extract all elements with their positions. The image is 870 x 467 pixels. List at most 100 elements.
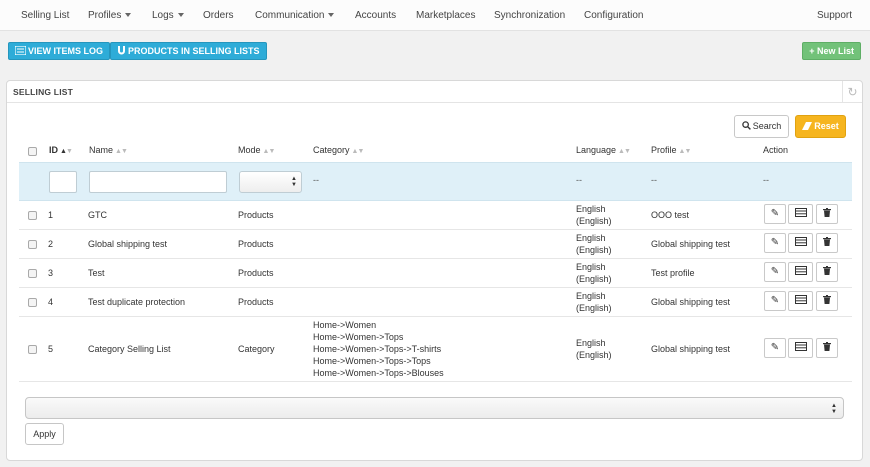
column-header-profile[interactable]: Profile ▲▼ xyxy=(651,145,691,155)
action-filter-placeholder: -- xyxy=(763,175,769,185)
nav-label: Orders xyxy=(203,10,234,21)
delete-button[interactable] xyxy=(816,338,838,358)
nav-marketplaces[interactable]: Marketplaces xyxy=(416,0,475,31)
row-id: 3 xyxy=(48,268,54,278)
reset-button[interactable]: Reset xyxy=(795,115,846,138)
nav-label: Configuration xyxy=(584,10,644,21)
edit-button[interactable]: ✎ xyxy=(764,291,786,311)
nav-orders[interactable]: Orders xyxy=(203,0,234,31)
products-in-selling-lists-label: PRODUCTS IN SELLING LISTS xyxy=(128,46,260,56)
top-nav: Selling List Profiles Logs Orders Commun… xyxy=(0,0,870,31)
row-checkbox[interactable] xyxy=(28,211,37,220)
table-row: 1 GTC Products English (English) OOO test… xyxy=(19,201,852,230)
trash-icon xyxy=(823,295,831,304)
row-checkbox[interactable] xyxy=(28,240,37,249)
refresh-icon[interactable]: ↻ xyxy=(842,81,862,103)
edit-button[interactable]: ✎ xyxy=(764,233,786,253)
apply-button[interactable]: Apply xyxy=(25,423,64,445)
pencil-icon: ✎ xyxy=(770,208,780,219)
view-items-log-button[interactable]: VIEW ITEMS LOG xyxy=(8,42,111,60)
nav-support[interactable]: Support xyxy=(817,0,852,31)
name-filter-input[interactable] xyxy=(89,171,227,193)
edit-button[interactable]: ✎ xyxy=(764,262,786,282)
products-in-selling-lists-button[interactable]: PRODUCTS IN SELLING LISTS xyxy=(110,42,267,60)
row-mode: Products xyxy=(238,268,274,278)
caret-down-icon xyxy=(328,13,335,17)
row-profile: Global shipping test xyxy=(651,297,731,307)
trash-icon xyxy=(823,266,831,275)
column-header-id[interactable]: ID ▲▼ xyxy=(49,145,73,155)
delete-button[interactable] xyxy=(816,204,838,224)
new-list-label: + New List xyxy=(809,46,854,56)
new-list-button[interactable]: + New List xyxy=(802,42,861,60)
row-mode: Products xyxy=(238,239,274,249)
nav-configuration[interactable]: Configuration xyxy=(584,0,643,31)
table-row: 4 Test duplicate protection Products Eng… xyxy=(19,288,852,317)
pencil-icon: ✎ xyxy=(770,266,780,277)
column-label: Name xyxy=(89,145,114,155)
nav-logs[interactable]: Logs xyxy=(152,0,184,31)
nav-label: Profiles xyxy=(88,10,122,21)
column-header-category[interactable]: Category ▲▼ xyxy=(313,145,364,155)
nav-accounts[interactable]: Accounts xyxy=(355,0,396,31)
nav-synchronization[interactable]: Synchronization xyxy=(494,0,565,31)
row-id: 5 xyxy=(48,344,54,354)
view-items-log-label: VIEW ITEMS LOG xyxy=(28,46,104,56)
row-checkbox[interactable] xyxy=(28,345,37,354)
column-header-mode[interactable]: Mode ▲▼ xyxy=(238,145,275,155)
language-name: English xyxy=(576,262,606,272)
column-header-name[interactable]: Name ▲▼ xyxy=(89,145,128,155)
row-category: Home->Women Home->Women->Tops Home->Wome… xyxy=(313,319,444,379)
row-id: 1 xyxy=(48,210,54,220)
view-details-button[interactable] xyxy=(788,291,813,311)
row-mode: Products xyxy=(238,297,274,307)
nav-label: Selling List xyxy=(21,10,70,21)
edit-button[interactable]: ✎ xyxy=(764,204,786,224)
nav-label: Marketplaces xyxy=(416,10,476,21)
table-icon xyxy=(794,237,807,246)
id-filter-input[interactable] xyxy=(49,171,77,193)
column-label: Category xyxy=(313,145,350,155)
language-native: (English) xyxy=(576,245,612,255)
mode-filter-select[interactable]: ▲ ▼ xyxy=(239,171,302,193)
table-row: 3 Test Products English (English) Test pr… xyxy=(19,259,852,288)
column-header-language[interactable]: Language ▲▼ xyxy=(576,145,631,155)
row-id: 2 xyxy=(48,239,54,249)
view-details-button[interactable] xyxy=(788,233,813,253)
delete-button[interactable] xyxy=(816,291,838,311)
nav-profiles[interactable]: Profiles xyxy=(88,0,132,31)
delete-button[interactable] xyxy=(816,262,838,282)
category-path: Home->Women->Tops->Tops xyxy=(313,356,431,366)
category-path: Home->Women->Tops->T-shirts xyxy=(313,344,442,354)
select-arrows-icon: ▲ ▼ xyxy=(291,176,297,188)
view-details-button[interactable] xyxy=(788,262,813,282)
row-mode: Category xyxy=(238,344,275,354)
language-native: (English) xyxy=(576,274,612,284)
edit-button[interactable]: ✎ xyxy=(764,338,786,358)
nav-selling-list[interactable]: Selling List xyxy=(21,0,69,31)
apply-label: Apply xyxy=(33,429,56,439)
language-name: English xyxy=(576,338,606,348)
nav-communication[interactable]: Communication xyxy=(255,0,335,31)
row-name: Global shipping test xyxy=(88,239,168,249)
row-checkbox[interactable] xyxy=(28,298,37,307)
selling-list-panel: SELLING LIST ↻ Search Reset ID ▲▼ Name ▲▼ … xyxy=(6,80,863,461)
search-icon xyxy=(741,121,751,130)
pencil-icon: ✎ xyxy=(770,237,780,248)
language-native: (English) xyxy=(576,216,612,226)
select-all-checkbox[interactable] xyxy=(28,147,37,156)
trash-icon xyxy=(823,237,831,246)
sort-icon: ▲▼ xyxy=(115,148,128,155)
table-icon xyxy=(794,266,807,275)
row-checkbox[interactable] xyxy=(28,269,37,278)
nav-label: Support xyxy=(817,10,853,21)
search-button[interactable]: Search xyxy=(734,115,789,138)
language-name: English xyxy=(576,204,606,214)
view-details-button[interactable] xyxy=(788,338,813,358)
filter-row: ▲ ▼ -- -- -- -- xyxy=(19,162,852,201)
panel-title: SELLING LIST xyxy=(13,87,74,97)
bulk-action-select[interactable]: ▲ ▼ xyxy=(25,397,844,419)
view-details-button[interactable] xyxy=(788,204,813,224)
delete-button[interactable] xyxy=(816,233,838,253)
row-profile: Test profile xyxy=(651,268,695,278)
